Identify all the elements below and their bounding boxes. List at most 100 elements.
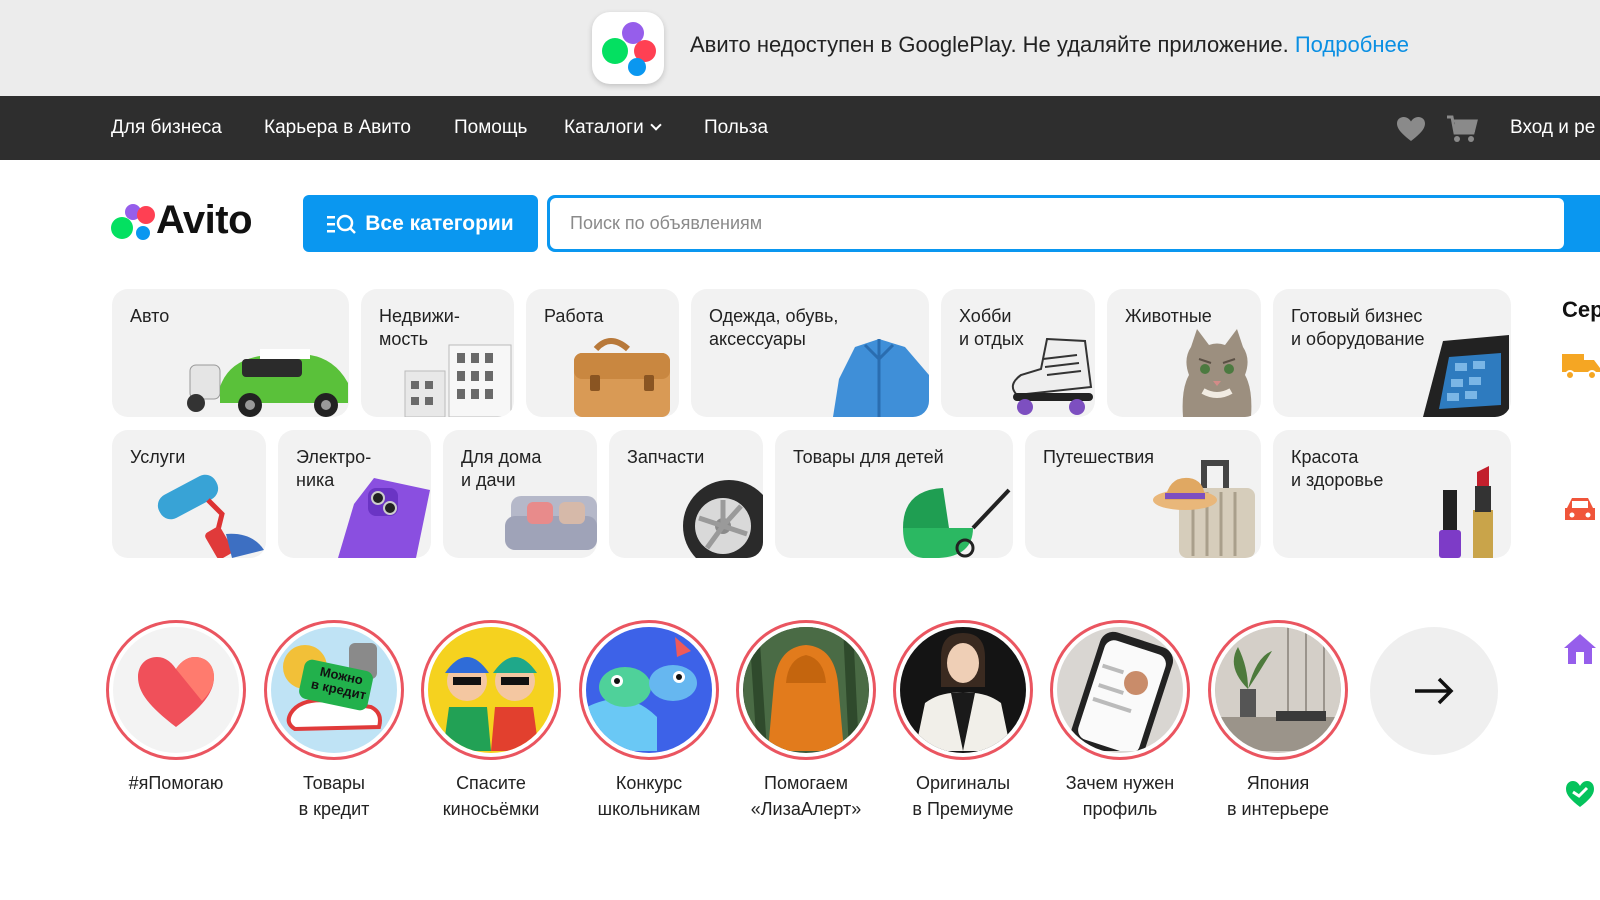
category-tile-animals[interactable]: Животные [1107,289,1261,417]
category-tile-business[interactable]: Готовый бизнес и оборудование [1273,289,1511,417]
jacket-image [833,339,929,417]
category-label: Путешествия [1043,447,1155,467]
sidebar-title: Сер [1562,297,1600,322]
story-japan[interactable]: Япония в интерьере [1208,620,1348,822]
story-ring [736,620,876,760]
story-label: Зачем нужен профиль [1065,773,1175,819]
roller-skates-image [1011,337,1093,415]
login-register-link[interactable]: Вход и ре [1510,117,1595,139]
nav-benefit[interactable]: Польза [704,117,768,139]
japan-interior-story-image [1216,627,1340,751]
sofa-image [505,496,597,550]
category-label: Одежда, обувь, аксессуары [709,306,839,349]
category-tile-realty[interactable]: Недвижи- мость [361,289,514,417]
heart-story-icon [138,657,214,727]
nav-career[interactable]: Карьера в Авито [264,117,411,139]
favorites-heart-icon[interactable] [1396,116,1426,142]
category-tile-jobs[interactable]: Работа [526,289,679,417]
category-label: Товары для детей [793,447,944,467]
app-unavailable-banner: Авито недоступен в GooglePlay. Не удаляй… [0,0,1600,96]
story-label: Помогаем «ЛизаАлерт» [750,773,862,819]
category-tile-clothes[interactable]: Одежда, обувь, аксессуары [691,289,929,417]
story-contest[interactable]: Конкурс школьникам [579,620,719,822]
story-image [1215,627,1341,753]
story-image [1057,627,1183,753]
story-credit[interactable]: Можно в кредит Товары в кредит [264,620,404,822]
avito-logo-dots-icon [111,204,155,240]
house-icon[interactable] [1564,634,1596,664]
all-categories-label: Все категории [365,211,514,235]
story-ring [421,620,561,760]
story-image: Можно в кредит [271,627,397,753]
story-image [900,627,1026,753]
story-ring [1208,620,1348,760]
cart-icon[interactable] [1446,114,1478,144]
cinema-story-image [443,657,539,751]
top-navigation: Для бизнеса Карьера в Авито Помощь Катал… [0,96,1600,160]
tire-image [683,480,763,558]
category-tile-home[interactable]: Для дома и дачи [443,430,597,558]
story-ring [893,620,1033,760]
category-tile-electronics[interactable]: Электро- ника [278,430,431,558]
banner-more-link[interactable]: Подробнее [1295,32,1409,57]
search-input[interactable] [550,198,1564,249]
paint-roller-image [157,474,264,558]
category-tile-kids[interactable]: Товары для детей [775,430,1013,558]
nav-business[interactable]: Для бизнеса [111,117,222,139]
chevron-down-icon [650,119,662,131]
category-tile-hobby[interactable]: Хобби и отдых [941,289,1095,417]
story-label: Япония в интерьере [1226,773,1330,819]
story-premium[interactable]: Оригиналы в Премиуме [893,620,1033,822]
lipstick-nailpolish-image [1439,466,1493,558]
story-label: Товары в кредит [298,773,370,819]
story-cinema[interactable]: Спасите киносьёмки [421,620,561,822]
baby-stroller-image [903,488,1011,558]
avito-app-icon [592,12,664,84]
story-label: Конкурс школьникам [597,773,701,819]
pos-terminal-image [1423,335,1509,417]
story-help[interactable]: #яПомогаю [106,620,246,796]
story-ring: Можно в кредит [264,620,404,760]
category-label: Работа [544,306,604,326]
story-label: #яПомогаю [128,773,224,793]
logo-wordmark: Avito [156,198,253,242]
stories-next-button[interactable] [1370,627,1498,755]
category-label: Авто [130,306,170,326]
menu-search-icon [327,214,357,234]
green-heart-icon[interactable] [1565,780,1595,808]
story-ring [1050,620,1190,760]
profile-story-image [1070,631,1174,753]
buildings-image [404,344,512,417]
car-scooter-image [187,349,348,417]
nav-catalogs-label: Каталоги [564,117,644,138]
truck-icon[interactable] [1562,352,1600,380]
smartphone-image [338,478,430,558]
story-lizaalert[interactable]: Помогаем «ЛизаАлерт» [736,620,876,822]
story-ring [106,620,246,760]
contest-story-image [587,637,697,751]
story-label: Спасите киносьёмки [442,773,540,819]
category-label: Запчасти [627,447,705,467]
nav-catalogs[interactable]: Каталоги [564,117,662,139]
category-tile-beauty[interactable]: Красота и здоровье [1273,430,1511,558]
nav-help[interactable]: Помощь [454,117,527,139]
story-image [586,627,712,753]
story-image [428,627,554,753]
banner-message-text: Авито недоступен в GooglePlay. Не удаляй… [690,32,1289,57]
story-label: Оригиналы в Премиуме [912,773,1014,819]
car-icon[interactable] [1563,494,1597,524]
all-categories-button[interactable]: Все категории [303,195,538,252]
category-tile-parts[interactable]: Запчасти [609,430,763,558]
story-image [113,627,239,753]
category-label: Услуги [130,447,186,467]
cat-image [1182,329,1252,417]
banner-message: Авито недоступен в GooglePlay. Не удаляй… [690,32,1409,58]
category-tile-auto[interactable]: Авто [112,289,349,417]
story-profile[interactable]: Зачем нужен профиль [1050,620,1190,822]
category-tile-travel[interactable]: Путешествия [1025,430,1261,558]
category-label: Красота и здоровье [1291,447,1384,490]
search-bar [547,195,1600,252]
story-image [743,627,869,753]
category-tile-services[interactable]: Услуги [112,430,266,558]
avito-logo[interactable]: Avito [110,198,270,244]
